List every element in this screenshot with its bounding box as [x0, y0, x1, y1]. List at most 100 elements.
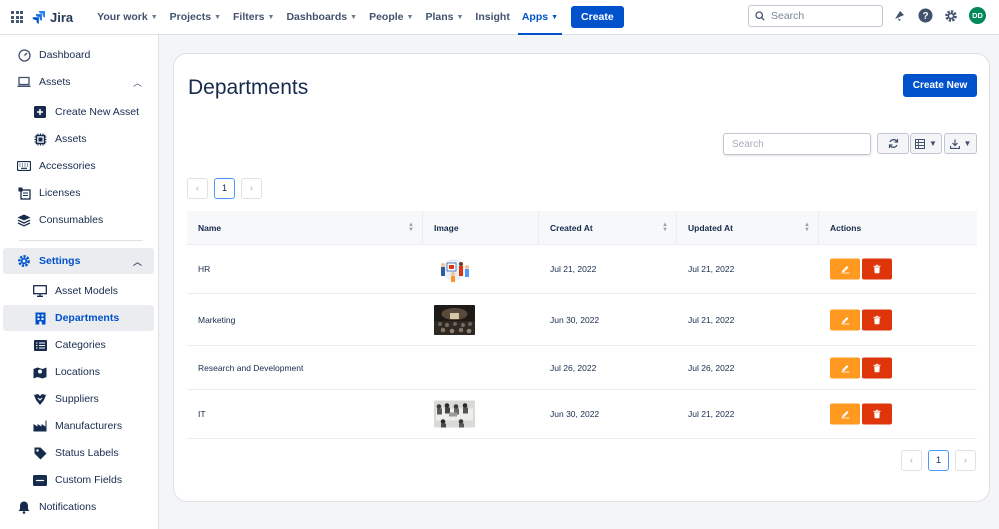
chevron-up-icon[interactable]: ︿ [133, 76, 142, 89]
sort-icon: ▲ ▼ [408, 222, 414, 233]
nav-label: Your work [97, 11, 148, 23]
nav-label: Plans [425, 11, 454, 23]
chevron-down-icon: ▼ [551, 13, 559, 21]
keyboard-icon [17, 159, 31, 173]
column-header-updated-at[interactable]: Updated At ▲ ▼ [677, 211, 819, 245]
sidebar-item-accessories[interactable]: Accessories [3, 153, 154, 179]
sidebar-item-categories[interactable]: Categories [3, 332, 154, 358]
sidebar-item-licenses[interactable]: Licenses [3, 180, 154, 206]
prev-page-button[interactable]: ‹ [901, 450, 922, 471]
sidebar-item-locations[interactable]: Locations [3, 359, 154, 385]
top-actions: ? DD [891, 7, 986, 24]
pagination-bottom: ‹ 1 › [901, 450, 976, 471]
create-new-button[interactable]: Create New [903, 74, 977, 97]
columns-toggle-button[interactable]: ▼ [910, 133, 942, 154]
sidebar-item-label: Assets [55, 133, 87, 145]
sidebar-item-manufacturers[interactable]: Manufacturers [3, 413, 154, 439]
top-navigation: Jira Your work ▼ Projects ▼ Filters ▼ Dashb… [0, 0, 999, 35]
sidebar-item-label: Locations [55, 366, 100, 378]
edit-button[interactable] [830, 309, 860, 330]
factory-icon [33, 419, 47, 433]
sidebar-item-settings[interactable]: Settings ︿ [3, 248, 154, 274]
conference-photo-image [434, 304, 475, 335]
edit-button[interactable] [830, 258, 860, 280]
trash-icon [873, 363, 881, 372]
sidebar-item-label: Notifications [39, 501, 97, 513]
sidebar-item-label: Dashboard [39, 49, 91, 61]
columns-icon [915, 138, 926, 149]
edit-button[interactable] [830, 403, 860, 425]
nav-apps[interactable]: Apps ▼ [516, 0, 564, 35]
sidebar-item-departments[interactable]: Departments [3, 305, 154, 331]
create-button[interactable]: Create [571, 6, 624, 28]
column-header-created-at[interactable]: Created At ▲ ▼ [539, 211, 677, 245]
page-number-button[interactable]: 1 [928, 450, 949, 471]
sidebar-item-custom-fields[interactable]: Custom Fields [3, 467, 154, 493]
delete-button[interactable] [862, 357, 892, 378]
brand-name: Jira [50, 9, 74, 25]
export-button[interactable]: ▼ [944, 133, 977, 154]
delete-button[interactable] [862, 258, 892, 280]
sidebar-item-label: Accessories [39, 160, 96, 172]
jira-logo[interactable]: Jira [32, 10, 73, 25]
table-header: Name ▲ ▼ Image Created At ▲ ▼ Updated At ▲… [187, 211, 977, 245]
edit-button[interactable] [830, 357, 860, 378]
avatar[interactable]: DD [969, 7, 986, 24]
layers-icon [17, 213, 31, 227]
column-header-image: Image [423, 211, 539, 245]
sidebar-item-notifications[interactable]: Notifications [3, 494, 154, 520]
departments-card: Departments Create New Search ▼ ▼ ‹ 1 › … [173, 53, 990, 502]
app-switcher-icon[interactable] [11, 11, 23, 23]
sidebar-item-label: Manufacturers [55, 420, 123, 432]
nav-plans[interactable]: Plans ▼ [419, 0, 469, 35]
sidebar-item-assets-list[interactable]: Assets [3, 126, 154, 152]
nav-projects[interactable]: Projects ▼ [164, 0, 227, 35]
dashboard-gauge-icon [17, 48, 31, 62]
sidebar-item-suppliers[interactable]: Suppliers [3, 386, 154, 412]
nav-label: Filters [233, 11, 265, 23]
sidebar-item-assets[interactable]: Assets ︿ [3, 69, 154, 95]
table-row: Marketing Jun 30, 2022 Jul 21, 2022 [187, 294, 977, 346]
page-number-button[interactable]: 1 [214, 178, 235, 199]
updated-at: Jul 21, 2022 [688, 264, 735, 274]
trash-icon [873, 315, 881, 324]
sidebar-item-dashboard[interactable]: Dashboard [3, 42, 154, 68]
table-row: Research and Development Jul 26, 2022 Ju… [187, 346, 977, 390]
delete-button[interactable] [862, 403, 892, 425]
license-document-icon [17, 186, 31, 200]
nav-label: Projects [169, 11, 212, 23]
sidebar-item-create-new-asset[interactable]: Create New Asset [3, 99, 154, 125]
nav-dashboards[interactable]: Dashboards ▼ [280, 0, 363, 35]
building-icon [33, 311, 47, 325]
column-label: Actions [830, 223, 862, 233]
chevron-up-icon[interactable]: ︿ [133, 255, 142, 268]
settings-gear-icon[interactable] [943, 8, 959, 24]
sidebar-item-asset-models[interactable]: Asset Models [3, 278, 154, 304]
table-row: IT Jun 30, 2022 Jul 21, 2022 [187, 390, 977, 439]
nav-people[interactable]: People ▼ [363, 0, 419, 35]
sidebar-item-label: Departments [55, 312, 120, 324]
nav-your-work[interactable]: Your work ▼ [91, 0, 164, 35]
departments-table: Name ▲ ▼ Image Created At ▲ ▼ Updated At ▲… [187, 211, 977, 439]
next-page-button[interactable]: › [241, 178, 262, 199]
notifications-icon[interactable] [891, 8, 907, 24]
sidebar-item-status-labels[interactable]: Status Labels [3, 440, 154, 466]
sidebar-divider [19, 240, 143, 241]
global-search-input[interactable]: Search [748, 5, 883, 27]
nav-filters[interactable]: Filters ▼ [227, 0, 280, 35]
sidebar-item-label: Asset Models [55, 285, 119, 297]
nav-insight[interactable]: Insight [469, 0, 515, 35]
department-name: Research and Development [198, 362, 304, 373]
help-icon[interactable]: ? [917, 8, 933, 24]
sidebar-item-consumables[interactable]: Consumables [3, 207, 154, 233]
refresh-button[interactable] [877, 133, 909, 154]
delete-button[interactable] [862, 309, 892, 330]
chevron-down-icon: ▼ [350, 13, 358, 21]
prev-page-button[interactable]: ‹ [187, 178, 208, 199]
sidebar-item-label: Status Labels [55, 447, 119, 459]
table-search-input[interactable]: Search [723, 133, 871, 155]
column-header-name[interactable]: Name ▲ ▼ [187, 211, 423, 245]
next-page-button[interactable]: › [955, 450, 976, 471]
trash-icon [873, 264, 881, 274]
sort-icon: ▲ ▼ [662, 222, 668, 233]
